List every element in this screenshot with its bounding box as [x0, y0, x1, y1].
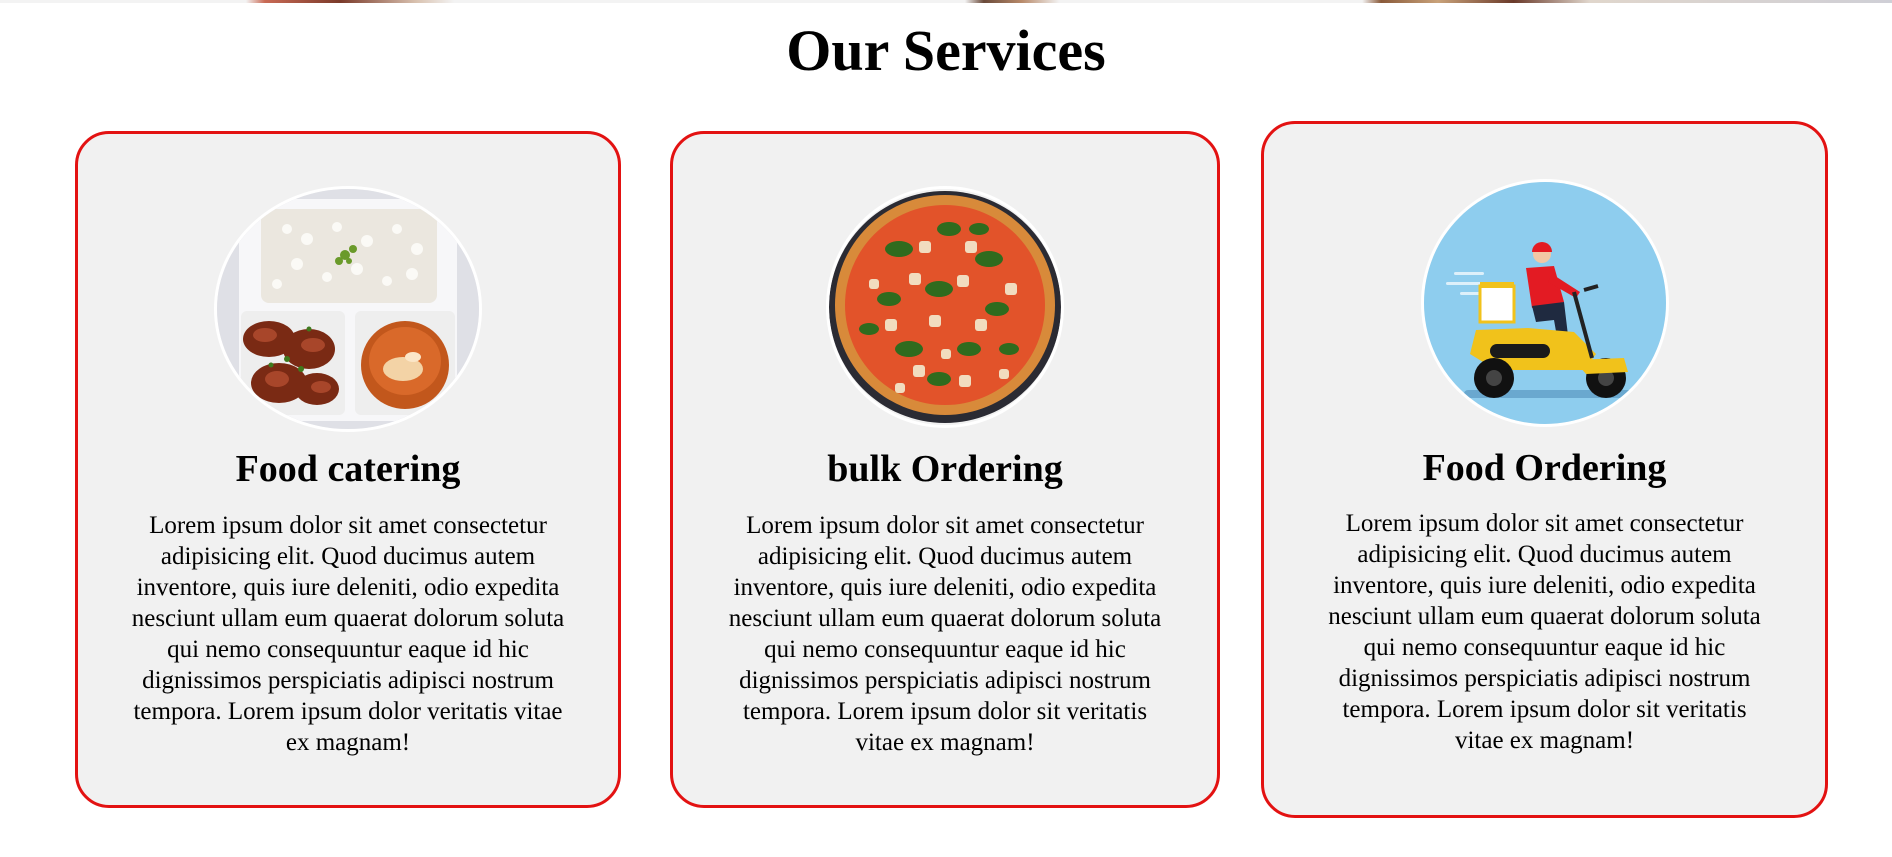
card-title: Food catering — [235, 448, 461, 490]
card-title: Food Ordering — [1422, 447, 1667, 489]
card-description: Lorem ipsum dolor sit amet consectetur a… — [1328, 510, 1761, 754]
card-description: Lorem ipsum dolor sit amet consectetur a… — [728, 512, 1162, 756]
card-description: Lorem ipsum dolor sit amet consectetur a… — [131, 512, 565, 756]
service-card-bulk-ordering: bulk Ordering Lorem ipsum dolor sit amet… — [670, 131, 1220, 808]
delivery-scooter-icon — [1420, 179, 1669, 427]
pizza-icon — [826, 186, 1064, 428]
service-card-food-ordering: Food Ordering Lorem ipsum dolor sit amet… — [1261, 121, 1828, 818]
card-title: bulk Ordering — [827, 448, 1063, 490]
hero-image-bottom-edge — [0, 0, 1892, 3]
section-title: Our Services — [786, 18, 1106, 83]
service-card-food-catering: Food catering Lorem ipsum dolor sit amet… — [75, 131, 621, 808]
catering-thali-icon — [214, 186, 482, 432]
